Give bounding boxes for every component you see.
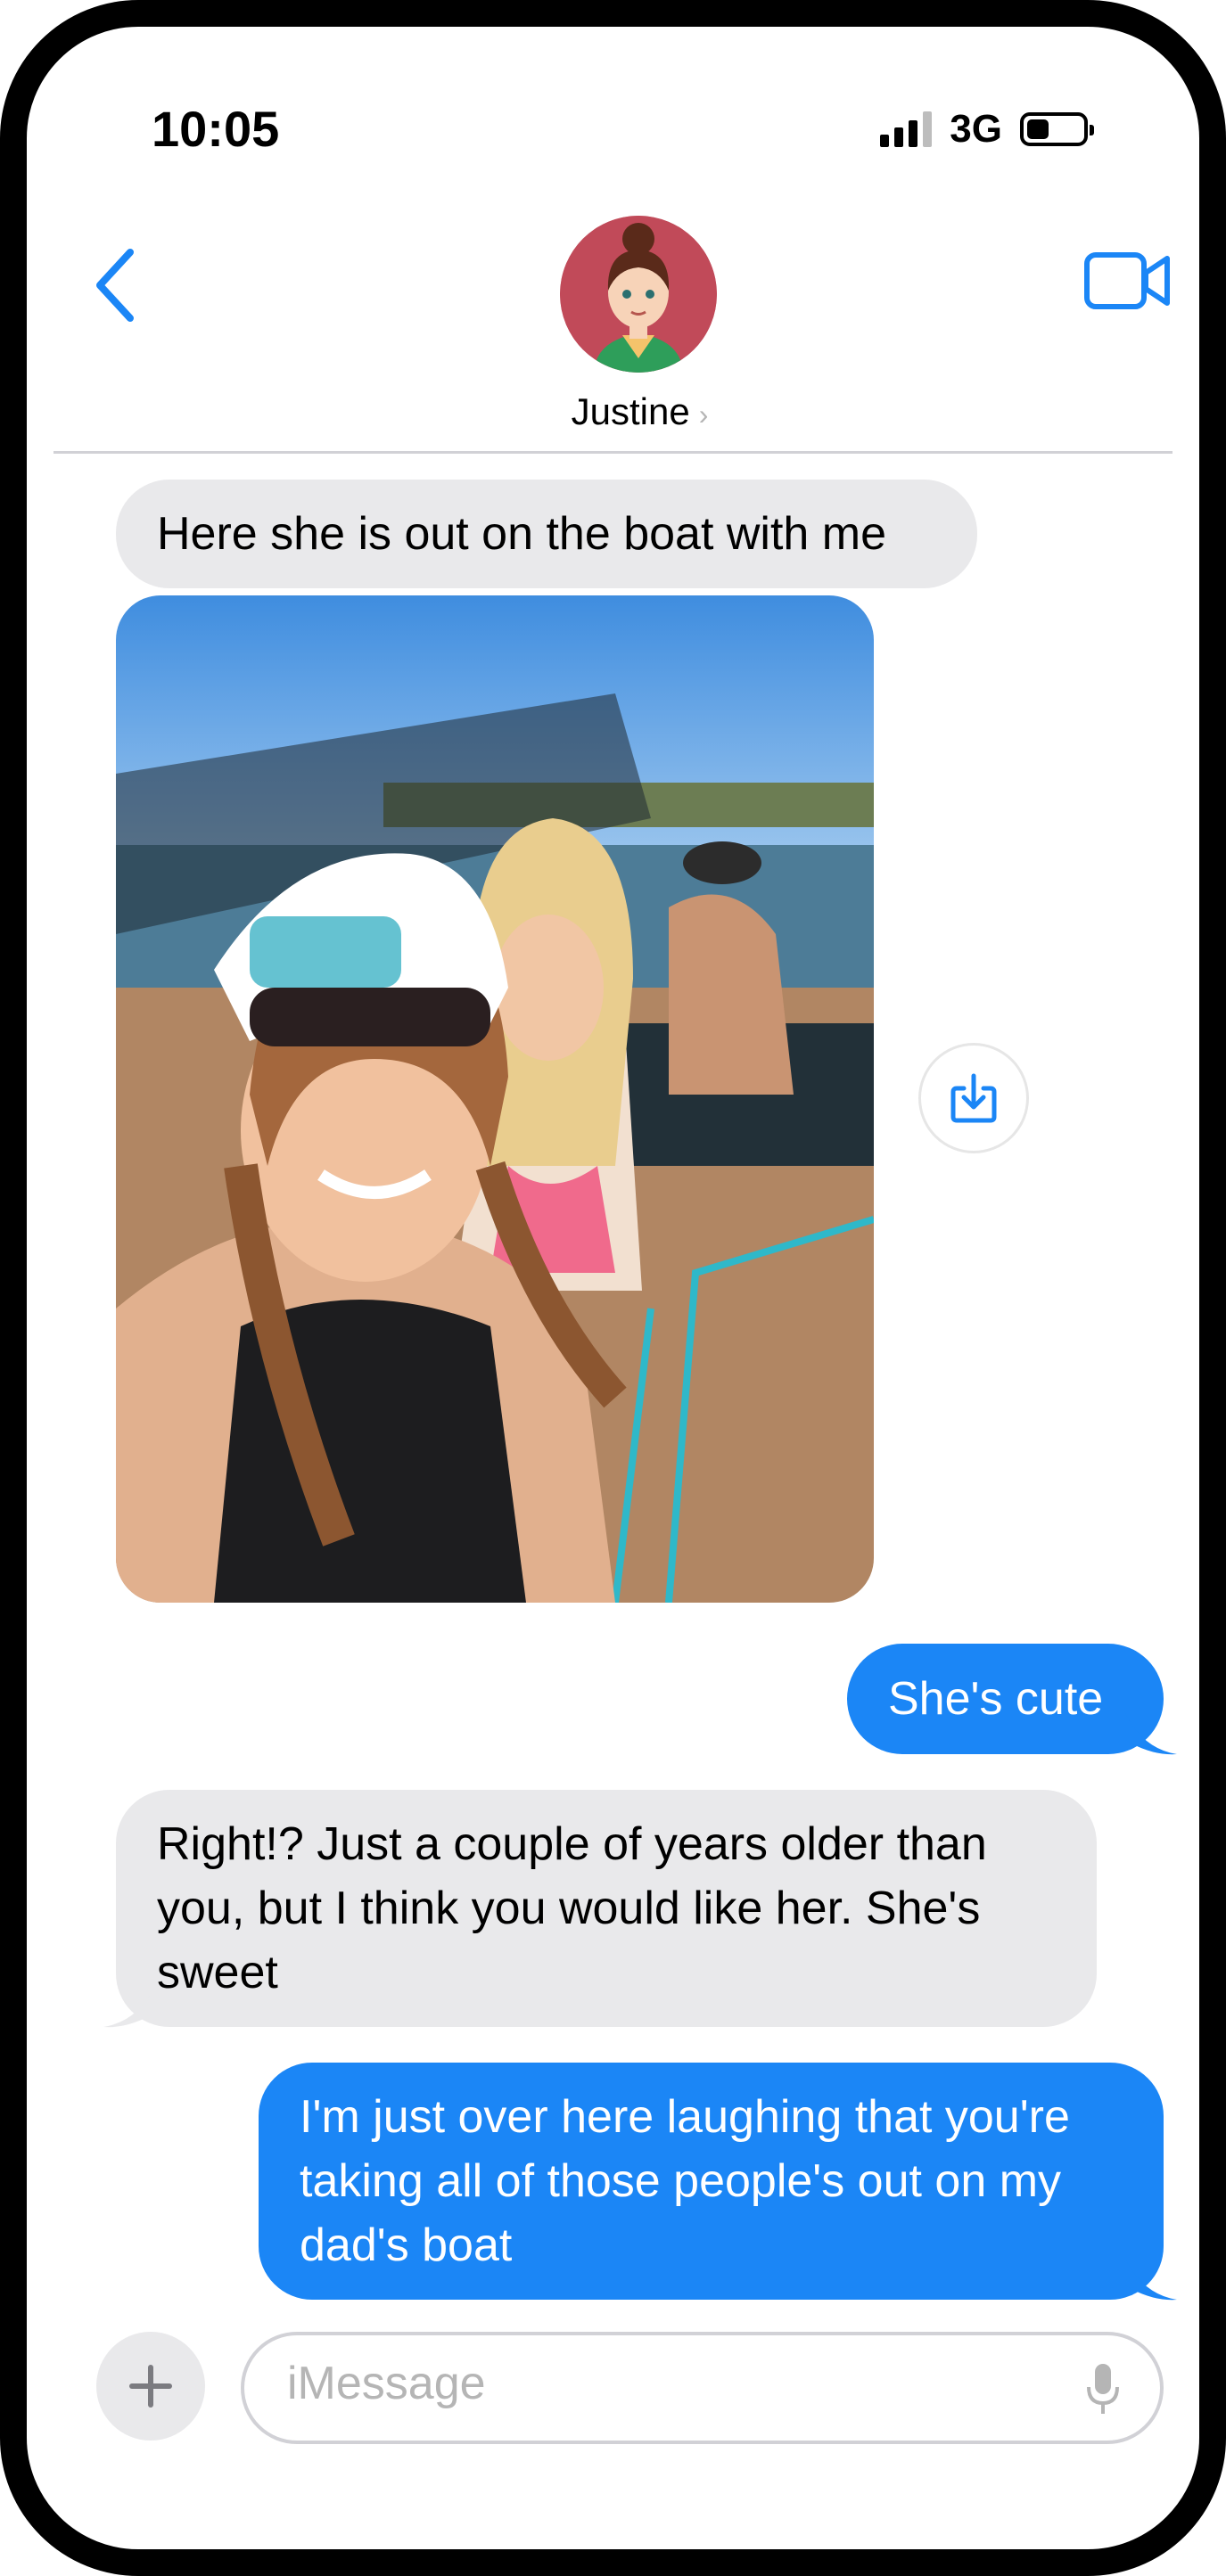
message-bubble-outgoing[interactable]: She's cute bbox=[847, 1644, 1164, 1754]
battery-icon bbox=[1020, 112, 1094, 146]
message-input[interactable]: iMessage bbox=[241, 2332, 1164, 2444]
contact-avatar[interactable] bbox=[560, 216, 717, 373]
video-camera-icon bbox=[1084, 252, 1170, 309]
contact-name[interactable]: Justine › bbox=[27, 390, 1199, 433]
chevron-right-icon: › bbox=[698, 398, 709, 431]
plus-icon bbox=[129, 2365, 172, 2408]
header-divider bbox=[53, 451, 1173, 454]
back-chevron-icon bbox=[96, 249, 134, 322]
message-bubble-outgoing[interactable]: I'm just over here laughing that you're … bbox=[259, 2063, 1164, 2300]
plus-button[interactable] bbox=[96, 2332, 205, 2441]
signal-icon bbox=[880, 111, 933, 147]
message-input-placeholder: iMessage bbox=[287, 2358, 486, 2409]
message-bubble-incoming[interactable]: Right!? Just a couple of years older tha… bbox=[116, 1790, 1097, 2027]
phone-frame: 10:05 3G Justine › Here she is out on th… bbox=[0, 0, 1226, 2576]
save-photo-button[interactable] bbox=[918, 1043, 1029, 1153]
status-time: 10:05 bbox=[152, 101, 280, 157]
save-download-icon bbox=[950, 1073, 997, 1123]
message-photo[interactable] bbox=[116, 595, 874, 1603]
network-type: 3G bbox=[950, 107, 1002, 151]
bubble-tail bbox=[1125, 1713, 1177, 1755]
back-button[interactable] bbox=[91, 245, 144, 325]
video-call-button[interactable] bbox=[1083, 250, 1173, 312]
bubble-tail bbox=[103, 1986, 155, 2028]
message-bubble-incoming[interactable]: Here she is out on the boat with me bbox=[116, 480, 977, 588]
microphone-icon[interactable] bbox=[1085, 2362, 1121, 2416]
bubble-tail bbox=[1125, 2259, 1177, 2301]
status-indicators: 3G bbox=[880, 107, 1094, 152]
